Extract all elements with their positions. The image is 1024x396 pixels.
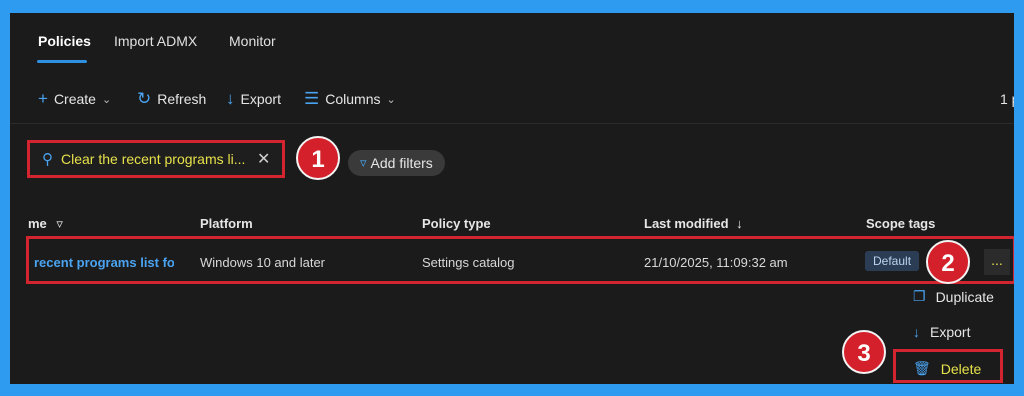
filter-icon: ▿ [56, 216, 63, 231]
export-label: Export [240, 91, 281, 107]
plus-icon: + [38, 89, 48, 108]
intune-policies-panel: Policies Import ADMX Monitor + Create ⌄ … [10, 13, 1014, 384]
column-header-last-modified[interactable]: Last modified ↓ [644, 216, 743, 231]
column-header-name[interactable]: me ▿ [28, 216, 63, 232]
policy-type-cell: Settings catalog [422, 255, 515, 270]
step-marker-2: 2 [926, 240, 970, 284]
toolbar: + Create ⌄ ↻ Refresh ↓ Export ☰ Columns … [10, 85, 1014, 115]
tab-bar: Policies Import ADMX Monitor [10, 13, 1014, 73]
filter-icon: ▿ [360, 155, 367, 170]
refresh-label: Refresh [157, 91, 207, 107]
column-header-last-modified-label: Last modified [644, 216, 729, 231]
search-input[interactable]: ⚲ Clear the recent programs li... ✕ [34, 147, 278, 171]
menu-item-export[interactable]: ↓ Export [913, 324, 970, 340]
chevron-down-icon: ⌄ [101, 93, 112, 106]
item-count: 1 po [1000, 91, 1014, 107]
tab-monitor[interactable]: Monitor [229, 33, 276, 49]
scope-tag-badge: Default [865, 251, 920, 271]
column-header-scope-tags[interactable]: Scope tags [866, 216, 935, 231]
duplicate-icon: ❐ [913, 288, 926, 304]
platform-cell: Windows 10 and later [200, 255, 326, 270]
more-options-button[interactable]: ... [984, 249, 1010, 275]
refresh-button[interactable]: ↻ Refresh [137, 89, 207, 108]
step-marker-3: 3 [842, 330, 886, 374]
close-icon[interactable]: ✕ [257, 149, 270, 169]
menu-item-delete[interactable]: 🗑 Delete [913, 360, 981, 377]
export-button[interactable]: ↓ Export [226, 89, 281, 108]
search-icon: ⚲ [42, 151, 53, 168]
column-header-name-label: me [28, 216, 47, 231]
tab-policies[interactable]: Policies [38, 33, 91, 49]
active-tab-indicator [37, 60, 87, 63]
search-box-highlight: ⚲ Clear the recent programs li... ✕ [27, 140, 285, 178]
columns-label: Columns [325, 91, 381, 107]
step-marker-1: 1 [296, 136, 340, 180]
column-header-platform[interactable]: Platform [200, 216, 253, 231]
create-button[interactable]: + Create ⌄ [38, 89, 112, 108]
columns-button[interactable]: ☰ Columns ⌄ [304, 89, 396, 108]
delete-label: Delete [940, 360, 982, 377]
column-header-policy-type[interactable]: Policy type [422, 216, 491, 231]
menu-item-duplicate[interactable]: ❐ Duplicate [913, 288, 994, 305]
create-label: Create [53, 91, 96, 107]
download-icon: ↓ [913, 324, 920, 340]
export-menu-label: Export [930, 324, 971, 340]
download-icon: ↓ [226, 89, 235, 108]
divider [10, 123, 1014, 124]
trash-icon: 🗑 [913, 360, 931, 376]
columns-icon: ☰ [304, 89, 320, 108]
add-filters-button[interactable]: ▿ Add filters [348, 150, 445, 176]
policy-name-link[interactable]: recent programs list for ne [34, 255, 174, 270]
last-modified-cell: 21/10/2025, 11:09:32 am [644, 255, 788, 270]
tab-import-admx[interactable]: Import ADMX [114, 33, 197, 49]
duplicate-label: Duplicate [935, 288, 994, 305]
add-filters-label: Add filters [370, 155, 433, 171]
sort-arrow-down-icon: ↓ [736, 216, 743, 231]
search-value: Clear the recent programs li... [61, 151, 246, 167]
chevron-down-icon: ⌄ [386, 93, 396, 106]
refresh-icon: ↻ [137, 89, 152, 108]
